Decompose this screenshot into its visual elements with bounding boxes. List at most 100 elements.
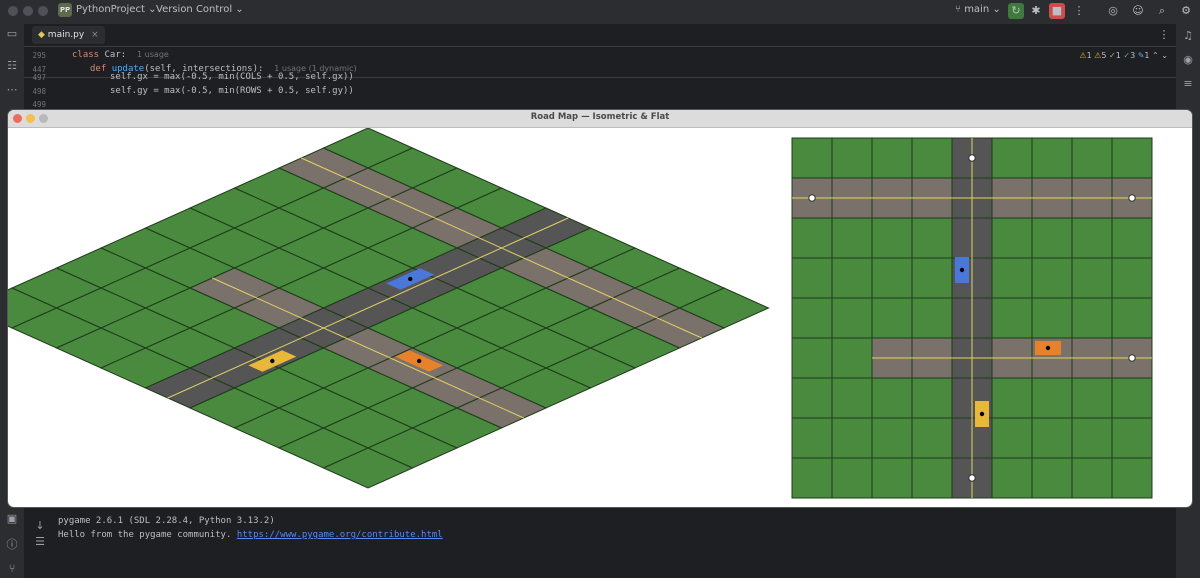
prev-highlight-icon[interactable]: ⌃ <box>1152 51 1159 60</box>
flat-tile <box>831 417 873 459</box>
class-name: Car: <box>104 50 127 60</box>
flat-tile <box>1111 417 1153 459</box>
flat-tile <box>871 297 913 339</box>
flat-tile <box>871 417 913 459</box>
notifications-icon[interactable]: ♫ <box>1180 28 1196 44</box>
flat-tile <box>791 417 833 459</box>
tab-main-py[interactable]: ◆ main.py × <box>32 26 105 44</box>
project-folder-icon[interactable]: ▭ <box>4 26 20 42</box>
project-badge: PP <box>58 3 72 17</box>
inspections-widget[interactable]: ⚠1 ⚠5 ✓1 ✓3 ✎1 ⌃ ⌄ <box>1079 51 1168 60</box>
ide-titlebar: PP PythonProject ⌄ Version Control ⌄ ⑂ m… <box>0 0 1200 24</box>
add-user-icon[interactable]: ☺ <box>1130 3 1146 19</box>
typo-count: 1 <box>1115 51 1121 60</box>
window-minimize-dot[interactable] <box>23 6 33 16</box>
tab-menu-icon[interactable]: ⋮ <box>1156 27 1172 43</box>
flat-tile <box>1111 297 1153 339</box>
python-file-icon: ◆ <box>38 30 45 40</box>
ok-count: 3 <box>1130 51 1136 60</box>
flat-tile <box>1071 417 1113 459</box>
stop-icon[interactable]: ■ <box>1049 3 1065 19</box>
flat-tile <box>991 137 1033 179</box>
ai-assistant-icon[interactable]: ◎ <box>1105 3 1121 19</box>
scroll-down-icon[interactable]: ↓ <box>32 518 48 534</box>
flat-tile <box>791 337 833 379</box>
flat-tile <box>991 217 1033 259</box>
run-icon[interactable]: ↻ <box>1008 3 1024 19</box>
iso-car-dot <box>270 358 275 364</box>
flat-waypoint-marker <box>968 154 976 162</box>
close-tab-icon[interactable]: × <box>91 30 99 40</box>
more-actions-icon[interactable]: ⋮ <box>1071 3 1087 19</box>
search-icon[interactable]: ⌕ <box>1154 3 1170 19</box>
flat-tile <box>791 217 833 259</box>
flat-tile <box>791 137 833 179</box>
flat-tile <box>1071 457 1113 499</box>
flat-tile <box>1031 257 1073 299</box>
flat-car-dot <box>1045 345 1051 351</box>
usage-hint[interactable]: 1 usage <box>137 50 169 59</box>
project-name: PythonProject <box>76 4 145 15</box>
soft-wrap-icon[interactable]: ☰ <box>32 534 48 550</box>
branch-widget[interactable]: ⑂ main ⌄ <box>955 4 1001 15</box>
typo-icon: ✓ <box>1109 51 1116 60</box>
flat-tile <box>1071 377 1113 419</box>
flat-tile <box>791 377 833 419</box>
flat-tile <box>911 377 953 419</box>
flat-tile <box>871 377 913 419</box>
pygame-titlebar[interactable]: Road Map — Isometric & Flat <box>8 110 1192 128</box>
structure-icon[interactable]: ☷ <box>4 58 20 74</box>
flat-car-dot <box>979 411 985 417</box>
more-tools-icon[interactable]: ⋯ <box>4 82 20 98</box>
window-close-dot[interactable] <box>8 6 18 16</box>
line-number: 499 <box>32 100 46 109</box>
terminal-icon[interactable]: ▣ <box>4 511 20 527</box>
ai-chat-icon[interactable]: ◉ <box>1180 52 1196 68</box>
warning-icon: ⚠ <box>1079 51 1087 60</box>
flat-tile <box>911 297 953 339</box>
sticky-line-class[interactable]: class Car: 1 usage <box>72 50 169 60</box>
next-highlight-icon[interactable]: ⌄ <box>1161 51 1168 60</box>
flat-tile <box>1111 257 1153 299</box>
flat-tile <box>831 377 873 419</box>
pygame-window[interactable]: Road Map — Isometric & Flat <box>8 110 1192 507</box>
settings-gear-icon[interactable]: ⚙ <box>1178 3 1194 19</box>
flat-tile <box>1031 457 1073 499</box>
line-number: 498 <box>32 87 46 96</box>
flat-tile <box>1071 257 1113 299</box>
code-line[interactable]: self.gy = max(-0.5, min(ROWS + 0.5, self… <box>110 86 354 96</box>
flat-tile <box>831 217 873 259</box>
flat-tile <box>1031 217 1073 259</box>
flat-tile <box>831 257 873 299</box>
iso-car-dot <box>416 358 422 364</box>
flat-tile <box>991 257 1033 299</box>
flat-tile <box>911 417 953 459</box>
flat-tile <box>791 297 833 339</box>
project-menu[interactable]: PythonProject ⌄ <box>76 4 156 15</box>
code-line[interactable]: self.gx = max(-0.5, min(COLS + 0.5, self… <box>110 72 354 82</box>
flat-car-dot <box>959 267 965 273</box>
weak-warning-count: 5 <box>1101 51 1107 60</box>
flat-tile <box>1111 137 1153 179</box>
flat-tile <box>831 137 873 179</box>
git-icon[interactable]: ⑂ <box>4 561 20 577</box>
vcs-label: Version Control <box>156 4 233 15</box>
database-icon[interactable]: ≡ <box>1180 76 1196 92</box>
keyword: def <box>90 64 112 74</box>
flat-tile <box>791 257 833 299</box>
problems-icon[interactable]: ⓘ <box>4 537 20 553</box>
flat-tile <box>991 377 1033 419</box>
debug-icon[interactable]: ✱ <box>1028 3 1044 19</box>
console-line: Hello from the pygame community. https:/… <box>58 530 443 540</box>
window-zoom-dot[interactable] <box>38 6 48 16</box>
keyword: class <box>72 50 105 60</box>
flat-tile <box>991 297 1033 339</box>
contribute-link[interactable]: https://www.pygame.org/contribute.html <box>237 530 443 540</box>
vcs-menu[interactable]: Version Control ⌄ <box>156 4 244 15</box>
edit-count: 1 <box>1144 51 1150 60</box>
flat-tile <box>911 457 953 499</box>
road-map-canvas[interactable] <box>8 128 1192 507</box>
run-console: ↓ ☰ pygame 2.6.1 (SDL 2.28.4, Python 3.1… <box>24 498 1176 578</box>
flat-tile <box>1071 297 1113 339</box>
iso-car-dot <box>408 276 413 282</box>
